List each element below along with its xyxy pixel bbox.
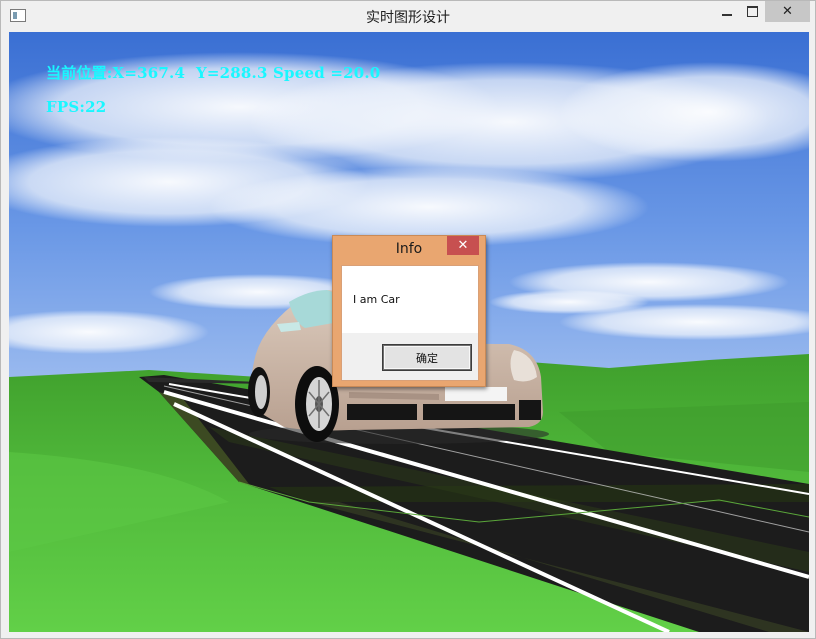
dialog-content-area: I am Car xyxy=(342,266,478,333)
close-button[interactable]: ✕ xyxy=(765,1,810,22)
dialog-message: I am Car xyxy=(353,293,400,306)
hud-fps-counter: FPS:22 xyxy=(46,98,107,116)
dialog-close-button[interactable]: ✕ xyxy=(447,236,479,255)
ok-button[interactable]: 确定 xyxy=(382,344,472,371)
minimize-button[interactable] xyxy=(713,1,740,22)
title-bar[interactable]: 实时图形设计 ✕ xyxy=(1,1,815,31)
dialog-body: I am Car 确定 xyxy=(341,265,479,381)
app-window: 实时图形设计 ✕ 当前位置:X=367.4 Y=288.3 Speed =20.… xyxy=(0,0,816,639)
window-title: 实时图形设计 xyxy=(366,10,450,26)
hud-position-readout: 当前位置:X=367.4 Y=288.3 Speed =20.0 xyxy=(46,64,381,82)
info-dialog: Info ✕ I am Car 确定 xyxy=(332,235,486,387)
maximize-button[interactable] xyxy=(739,1,765,22)
